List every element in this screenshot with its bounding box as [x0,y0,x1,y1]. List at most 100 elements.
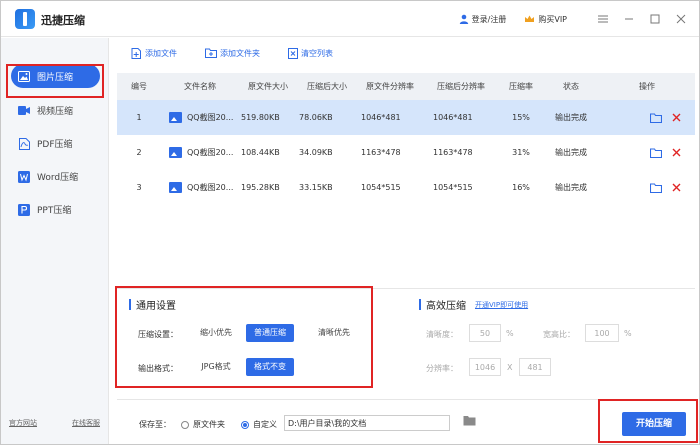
delete-row-button[interactable] [672,148,681,158]
title-bar-accent [419,299,421,310]
row-status: 输出完成 [555,113,587,122]
row-rate: 31% [512,148,530,157]
login-button[interactable]: 登录/注册 [459,14,507,25]
sidebar-item-video-compress[interactable]: 视频压缩 [11,94,108,127]
row-new-res: 1054*515 [433,183,473,192]
row-name-cell: QQ截图20... [161,112,239,123]
row-actions [599,112,695,123]
user-icon [459,14,468,24]
radio-label: 自定义 [253,420,277,429]
sidebar-item-ppt-compress[interactable]: PPT压缩 [11,193,108,226]
table-row[interactable]: 1 QQ截图20... 519.80KB 78.06KB 1046*481 10… [117,100,695,135]
title-bar-actions: 登录/注册 购买VIP [459,11,689,27]
row-status: 输出完成 [555,183,587,192]
sidebar-footer: 官方网站 在线客服 [9,418,100,428]
row-name: QQ截图20... [187,183,234,192]
add-file-label: 添加文件 [145,48,177,58]
save-to-label: 保存至： [139,420,171,429]
start-compress-button[interactable]: 开始压缩 [622,412,686,436]
add-file-button[interactable]: 添加文件 [131,47,177,59]
delete-row-button[interactable] [672,113,681,123]
efficient-compress-title: 高效压缩 [419,297,466,312]
open-vip-link[interactable]: 开通VIP即可使用 [475,300,528,310]
add-folder-label: 添加文件夹 [220,48,260,58]
login-label: 登录/注册 [471,14,507,24]
row-orig-size: 108.44KB [241,148,280,157]
video-icon [17,104,31,118]
online-service-link[interactable]: 在线客服 [72,418,100,428]
minimize-button[interactable] [621,11,637,27]
header-no: 编号 [131,82,147,91]
resolution-label: 分辨率： [426,364,458,373]
ppt-icon [17,203,31,217]
resolution-separator: X [507,363,513,372]
open-folder-button[interactable] [650,147,662,158]
header-status: 状态 [563,82,579,91]
sidebar-item-label: Word压缩 [37,173,79,183]
radio-label: 原文件夹 [193,420,225,429]
resolution-height-input[interactable] [519,358,551,376]
row-new-res: 1163*478 [433,148,473,157]
table-row[interactable]: 3 QQ截图20... 195.28KB 33.15KB 1054*515 10… [117,170,695,205]
aspect-unit: % [624,329,632,338]
row-orig-res: 1163*478 [361,148,401,157]
table-header: 编号 文件名称 原文件大小 压缩后大小 原文件分辨率 压缩后分辨率 压缩率 状态… [117,73,695,100]
add-folder-button[interactable]: 添加文件夹 [205,48,260,59]
aspect-input[interactable] [585,324,619,342]
row-name: QQ截图20... [187,113,234,122]
app-window: 迅捷压缩 登录/注册 购买VIP 图片压缩 视频压缩 PDF压缩 Word压缩 … [0,0,700,445]
row-status: 输出完成 [555,148,587,157]
clarity-input[interactable] [469,324,501,342]
row-name-cell: QQ截图20... [161,182,239,193]
image-file-icon [169,112,182,123]
sidebar-item-label: 视频压缩 [37,107,74,117]
file-table: 编号 文件名称 原文件大小 压缩后大小 原文件分辨率 压缩后分辨率 压缩率 状态… [117,73,695,205]
row-no: 2 [136,148,142,157]
menu-icon [598,15,608,23]
row-orig-res: 1046*481 [361,113,401,122]
maximize-icon [650,14,660,24]
app-logo-icon [15,9,35,29]
general-settings-highlight [115,286,373,388]
row-name: QQ截图20... [187,148,234,157]
aspect-label: 宽高比： [543,330,575,339]
maximize-button[interactable] [647,11,663,27]
table-row[interactable]: 2 QQ截图20... 108.44KB 34.09KB 1163*478 11… [117,135,695,170]
vip-label: 购买VIP [538,14,567,24]
save-path-input[interactable] [284,415,450,431]
folder-icon [463,416,476,426]
close-button[interactable] [673,11,689,27]
delete-row-button[interactable] [672,183,681,193]
open-folder-button[interactable] [650,112,662,123]
clear-list-label: 清空列表 [301,48,333,58]
official-site-link[interactable]: 官方网站 [9,418,37,428]
open-folder-button[interactable] [650,182,662,193]
pdf-icon [17,137,31,151]
menu-button[interactable] [595,11,611,27]
buy-vip-button[interactable]: 购买VIP [524,14,567,25]
active-nav-highlight [6,64,104,98]
row-new-size: 33.15KB [299,183,333,192]
delete-icon [672,148,681,157]
toolbar: 添加文件 添加文件夹 清空列表 [131,46,361,60]
clear-list-button[interactable]: 清空列表 [288,47,333,59]
row-no: 3 [136,183,142,192]
resolution-width-input[interactable] [469,358,501,376]
browse-folder-button[interactable] [463,415,476,429]
row-orig-size: 195.28KB [241,183,280,192]
sidebar-item-word-compress[interactable]: Word压缩 [11,160,108,193]
row-name-cell: QQ截图20... [161,147,239,158]
header-name: 文件名称 [184,82,216,91]
folder-icon [650,182,662,193]
crown-icon [525,15,535,22]
image-file-icon [169,182,182,193]
save-custom-radio[interactable]: 自定义 [241,419,277,430]
header-actions: 操作 [639,82,655,91]
clarity-unit: % [506,329,514,338]
save-original-folder-radio[interactable]: 原文件夹 [181,419,225,430]
sidebar-item-pdf-compress[interactable]: PDF压缩 [11,127,108,160]
row-new-size: 34.09KB [299,148,333,157]
row-new-res: 1046*481 [433,113,473,122]
title-bar: 迅捷压缩 登录/注册 购买VIP [1,1,699,37]
row-rate: 15% [512,113,530,122]
